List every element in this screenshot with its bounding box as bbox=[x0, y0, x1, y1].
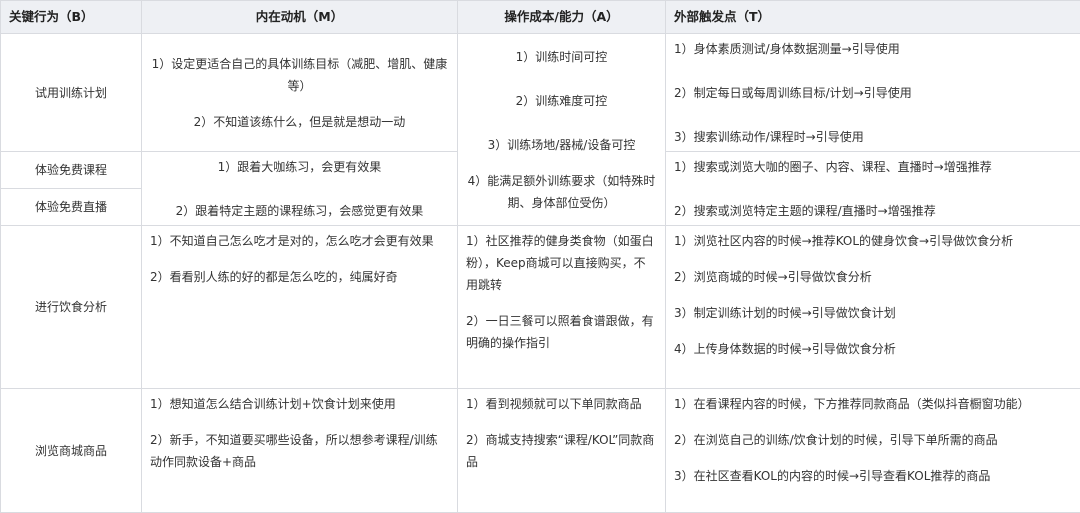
table-row: 浏览商城商品 1）想知道怎么结合训练计划+饮食计划来使用 2）新手，不知道要买哪… bbox=[1, 389, 1080, 513]
ability-item: 2）商城支持搜索“课程/KOL”同款商品 bbox=[466, 429, 657, 473]
ability-cell: 1）社区推荐的健身类食物（如蛋白粉），Keep商城可以直接购买，不用跳转 2）一… bbox=[458, 226, 666, 389]
trigger-item: 1）在看课程内容的时候，下方推荐同款商品（类似抖音橱窗功能） bbox=[674, 393, 1072, 415]
ability-item: 2）一日三餐可以照着食谱跟做，有明确的操作指引 bbox=[466, 310, 657, 354]
trigger-cell: 1）搜索或浏览大咖的圈子、内容、课程、直播时→增强推荐 2）搜索或浏览特定主题的… bbox=[666, 152, 1080, 226]
ability-item: 1）训练时间可控 bbox=[466, 46, 657, 68]
ability-item: 1）社区推荐的健身类食物（如蛋白粉），Keep商城可以直接购买，不用跳转 bbox=[466, 230, 657, 296]
trigger-cell: 1）浏览社区内容的时候→推荐KOL的健身饮食→引导做饮食分析 2）浏览商城的时候… bbox=[666, 226, 1080, 389]
trigger-item: 3）搜索训练动作/课程时→引导使用 bbox=[674, 126, 1072, 148]
key-behavior-cell: 体验免费课程 bbox=[1, 152, 142, 189]
trigger-item: 2）在浏览自己的训练/饮食计划的时候，引导下单所需的商品 bbox=[674, 429, 1072, 451]
motivation-item: 2）看看别人练的好的都是怎么吃的，纯属好奇 bbox=[150, 266, 449, 288]
header-row: 关键行为（B） 内在动机（M） 操作成本/能力（A） 外部触发点（T） bbox=[1, 1, 1080, 34]
motivation-item: 1）不知道自己怎么吃才是对的，怎么吃才会更有效果 bbox=[150, 230, 449, 252]
ability-item: 4）能满足额外训练要求（如特殊时期、身体部位受伤） bbox=[466, 170, 657, 214]
behavior-analysis-table: 关键行为（B） 内在动机（M） 操作成本/能力（A） 外部触发点（T） 试用训练… bbox=[0, 0, 1080, 513]
key-behavior-cell: 浏览商城商品 bbox=[1, 389, 142, 513]
motivation-item: 2）不知道该练什么，但是就是想动一动 bbox=[150, 111, 449, 133]
trigger-item: 1）身体素质测试/身体数据测量→引导使用 bbox=[674, 38, 1072, 60]
motivation-cell: 1）跟着大咖练习，会更有效果 2）跟着特定主题的课程练习，会感觉更有效果 bbox=[142, 152, 458, 226]
motivation-item: 2）跟着特定主题的课程练习，会感觉更有效果 bbox=[150, 200, 449, 222]
motivation-cell: 1）想知道怎么结合训练计划+饮食计划来使用 2）新手，不知道要买哪些设备，所以想… bbox=[142, 389, 458, 513]
motivation-item: 1）跟着大咖练习，会更有效果 bbox=[150, 156, 449, 178]
header-ability: 操作成本/能力（A） bbox=[458, 1, 666, 34]
motivation-item: 2）新手，不知道要买哪些设备，所以想参考课程/训练动作同款设备+商品 bbox=[150, 429, 449, 473]
trigger-item: 2）浏览商城的时候→引导做饮食分析 bbox=[674, 266, 1072, 288]
motivation-cell: 1）不知道自己怎么吃才是对的，怎么吃才会更有效果 2）看看别人练的好的都是怎么吃… bbox=[142, 226, 458, 389]
header-key-behavior: 关键行为（B） bbox=[1, 1, 142, 34]
trigger-item: 1）浏览社区内容的时候→推荐KOL的健身饮食→引导做饮食分析 bbox=[674, 230, 1072, 252]
motivation-item: 1）设定更适合自己的具体训练目标（减肥、增肌、健康等） bbox=[150, 53, 449, 97]
ability-cell: 1）看到视频就可以下单同款商品 2）商城支持搜索“课程/KOL”同款商品 bbox=[458, 389, 666, 513]
ability-cell: 1）训练时间可控 2）训练难度可控 3）训练场地/器械/设备可控 4）能满足额外… bbox=[458, 34, 666, 226]
trigger-item: 2）搜索或浏览特定主题的课程/直播时→增强推荐 bbox=[674, 200, 1072, 222]
ability-item: 1）看到视频就可以下单同款商品 bbox=[466, 393, 657, 415]
table-row: 进行饮食分析 1）不知道自己怎么吃才是对的，怎么吃才会更有效果 2）看看别人练的… bbox=[1, 226, 1080, 389]
key-behavior-cell: 体验免费直播 bbox=[1, 189, 142, 226]
trigger-cell: 1）在看课程内容的时候，下方推荐同款商品（类似抖音橱窗功能） 2）在浏览自己的训… bbox=[666, 389, 1080, 513]
header-motivation: 内在动机（M） bbox=[142, 1, 458, 34]
trigger-cell: 1）身体素质测试/身体数据测量→引导使用 2）制定每日或每周训练目标/计划→引导… bbox=[666, 34, 1080, 152]
key-behavior-cell: 试用训练计划 bbox=[1, 34, 142, 152]
ability-item: 2）训练难度可控 bbox=[466, 90, 657, 112]
trigger-item: 3）在社区查看KOL的内容的时候→引导查看KOL推荐的商品 bbox=[674, 465, 1072, 487]
table-row: 试用训练计划 1）设定更适合自己的具体训练目标（减肥、增肌、健康等） 2）不知道… bbox=[1, 34, 1080, 152]
motivation-item: 1）想知道怎么结合训练计划+饮食计划来使用 bbox=[150, 393, 449, 415]
header-trigger: 外部触发点（T） bbox=[666, 1, 1080, 34]
trigger-item: 1）搜索或浏览大咖的圈子、内容、课程、直播时→增强推荐 bbox=[674, 156, 1072, 178]
motivation-cell: 1）设定更适合自己的具体训练目标（减肥、增肌、健康等） 2）不知道该练什么，但是… bbox=[142, 34, 458, 152]
ability-item: 3）训练场地/器械/设备可控 bbox=[466, 134, 657, 156]
trigger-item: 4）上传身体数据的时候→引导做饮食分析 bbox=[674, 338, 1072, 360]
trigger-item: 2）制定每日或每周训练目标/计划→引导使用 bbox=[674, 82, 1072, 104]
key-behavior-cell: 进行饮食分析 bbox=[1, 226, 142, 389]
trigger-item: 3）制定训练计划的时候→引导做饮食计划 bbox=[674, 302, 1072, 324]
